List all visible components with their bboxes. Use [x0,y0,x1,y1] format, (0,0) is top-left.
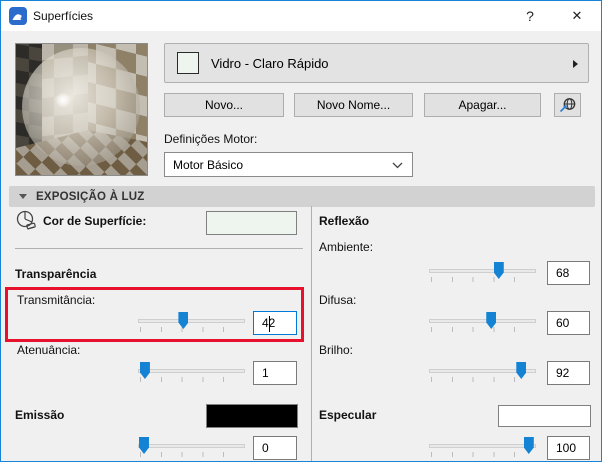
diffuse-value: 60 [556,316,570,330]
shine-value: 92 [556,366,570,380]
slider-ticks [140,377,244,382]
slider-track [138,444,245,448]
slider-ticks [431,452,535,457]
section-exposure-header[interactable]: EXPOSIÇÃO À LUZ [9,186,595,207]
attenuation-slider[interactable] [138,361,245,385]
emission-color-swatch[interactable] [206,404,298,428]
surface-color-label: Cor de Superfície: [43,214,147,228]
slider-track [429,319,536,323]
material-preview [15,43,148,176]
ambient-input[interactable]: 68 [547,261,590,285]
divider [15,248,303,249]
column-divider [311,206,312,461]
emission-title: Emissão [15,408,65,422]
transmittance-input[interactable]: 42 [253,311,297,335]
download-catalog-button[interactable] [554,93,581,117]
shine-slider[interactable] [429,361,536,385]
slider-ticks [140,452,244,457]
new-button[interactable]: Novo... [164,93,284,117]
chevron-down-icon [392,162,403,169]
attenuation-label: Atenuância: [17,343,81,357]
engine-combobox[interactable]: Motor Básico [164,152,413,177]
delete-button[interactable]: Apagar... [424,93,541,117]
slider-ticks [140,327,244,332]
engine-settings-label: Definições Motor: [164,132,258,146]
surfaces-dialog: Superfícies ? ✕ Vidro - Claro Rápido Nov… [0,0,602,462]
transmittance-label: Transmitância: [17,293,96,307]
collapse-triangle-icon [19,194,27,199]
flyout-arrow-icon [573,60,578,68]
specular-value: 100 [556,441,577,455]
shine-input[interactable]: 92 [547,361,590,385]
globe-download-icon [559,97,576,112]
slider-ticks [431,277,535,282]
slider-track [429,269,536,273]
slider-track [429,444,536,448]
ambient-slider[interactable] [429,261,536,285]
slider-ticks [431,327,535,332]
text-cursor [269,316,270,332]
preview-sphere-image [16,44,147,175]
slider-ticks [431,377,535,382]
app-logo-icon [9,7,27,25]
attenuation-value: 1 [262,366,269,380]
rename-button[interactable]: Novo Nome... [294,93,413,117]
surface-color-swatch[interactable] [206,211,297,235]
material-selector[interactable]: Vidro - Claro Rápido [164,43,589,83]
diffuse-input[interactable]: 60 [547,311,590,335]
specular-input[interactable]: 100 [547,436,590,460]
help-button[interactable]: ? [507,1,553,30]
close-button[interactable]: ✕ [554,1,600,30]
engine-value: Motor Básico [173,157,244,172]
surface-color-icon [16,210,36,230]
transparency-title: Transparência [15,267,97,281]
material-name: Vidro - Claro Rápido [211,55,329,71]
material-swatch [177,52,199,74]
diffuse-slider[interactable] [429,311,536,335]
diffuse-label: Difusa: [319,293,357,307]
titlebar: Superfícies ? ✕ [1,1,601,31]
slider-track [138,369,245,373]
shine-label: Brilho: [319,343,354,357]
specular-color-swatch[interactable] [498,405,591,427]
emission-slider[interactable] [138,436,245,460]
slider-track [138,319,245,323]
emission-value: 0 [262,441,269,455]
specular-slider[interactable] [429,436,536,460]
emission-input[interactable]: 0 [253,436,297,460]
reflection-title: Reflexão [319,214,370,228]
window-title: Superfícies [33,9,94,23]
attenuation-input[interactable]: 1 [253,361,297,385]
transmittance-slider[interactable] [138,311,245,335]
section-title: EXPOSIÇÃO À LUZ [36,190,145,203]
ambient-value: 68 [556,266,570,280]
ambient-label: Ambiente: [319,240,374,254]
specular-title: Especular [319,408,377,422]
